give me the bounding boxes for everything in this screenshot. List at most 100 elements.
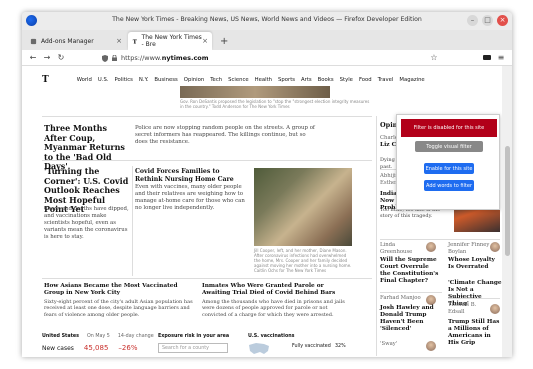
author-avatar [490,304,500,314]
tab-bar: Add-ons Manager × T The New York Times -… [22,30,512,50]
nav-item-world[interactable]: World [77,77,92,83]
minimize-button[interactable]: – [467,15,478,26]
page-content: T World U.S. Politics N.Y. Business Opin… [22,66,502,357]
tracker-change: –26% [118,344,138,352]
us-map-icon [249,343,269,354]
divider [42,116,372,117]
tracker-metric: New cases [42,345,74,352]
nav-item-style[interactable]: Style [340,77,353,83]
vax-label: U.S. vaccinations [248,334,295,339]
nav-item-ny[interactable]: N.Y. [139,77,149,83]
author-avatar [490,242,500,252]
scrollbar-thumb[interactable] [505,146,510,256]
author-avatar [426,341,436,351]
top-story-photo[interactable] [180,86,330,98]
tab-close-icon[interactable]: × [116,37,122,45]
nav-item-books[interactable]: Books [318,77,334,83]
lock-icon[interactable] [112,55,117,61]
column-divider [132,166,133,276]
top-photo-caption: Gov. Ron DeSantis proposed the legislati… [180,99,370,109]
opinion-author[interactable]: 'Sway' [380,341,397,348]
titlebar: The New York Times - Breaking News, US N… [22,12,512,30]
add-words-button[interactable]: Add words to filter [424,180,474,191]
tracker-value: 45,085 [83,344,109,352]
browser-window: The New York Times - Breaking News, US N… [22,12,512,357]
nav-item-health[interactable]: Health [255,77,272,83]
exposure-label: Exposure risk in your area [158,334,230,339]
story-summary-us-outlook: Cases and deaths have dipped, and vaccin… [44,206,129,240]
opinion-author[interactable]: Linda Greenhouse [380,242,424,255]
story-summary-asians: Sixty-eight percent of the city's adult … [44,299,193,318]
nav-item-magazine[interactable]: Magazine [399,77,424,83]
nav-item-arts[interactable]: Arts [301,77,312,83]
back-button[interactable]: ← [28,53,38,62]
opinion-headline[interactable]: Josh Hawley and Donald Trump Haven't Bee… [380,305,440,333]
opinion-headline[interactable]: Will the Supreme Court Overrule the Cons… [380,257,440,285]
story-headline-inmates[interactable]: Inmates Who Were Granted Parole or Await… [202,283,352,297]
url-host: nytimes.com [161,54,209,62]
close-button[interactable]: × [497,15,508,26]
divider [42,278,372,279]
puzzle-icon [30,38,37,44]
enable-for-site-button[interactable]: Enable for this site [424,163,474,174]
story-headline-asians[interactable]: How Asians Became the Most Vaccinated Gr… [44,283,179,297]
forward-button[interactable]: → [42,53,52,62]
nav-item-opinion[interactable]: Opinion [184,77,204,83]
column-divider [376,116,377,356]
divider [42,160,372,161]
divider [448,298,500,299]
nav-item-business[interactable]: Business [154,77,177,83]
nav-item-sports[interactable]: Sports [278,77,295,83]
reload-button[interactable]: ↻ [56,53,66,62]
divider [380,239,500,240]
opinion-author[interactable]: Farhad Manjoo [380,295,421,302]
nav-item-tech[interactable]: Tech [210,77,222,83]
filter-status-banner: Filter is disabled for this site [401,119,497,137]
nyt-favicon-icon: T [133,39,138,44]
tab-label: The New York Times - Bre [141,34,202,48]
tab-nytimes[interactable]: T The New York Times - Bre × [128,32,212,50]
opinion-headline[interactable]: Trump Still Has a Millions of Americans … [448,319,502,347]
vax-metric: Fully vaccinated [292,344,331,349]
page-scrollbar[interactable] [502,66,512,357]
svg-text:T: T [133,39,138,44]
nav-item-food[interactable]: Food [359,77,372,83]
shield-icon[interactable] [102,54,108,62]
nav-bar: ← → ↻ https://www. nytimes.com ☆ ≡ [22,50,512,66]
covid-tracker: United States On May 5 14-day change New… [42,334,372,357]
story-headline-covid-families[interactable]: Covid Forces Families to Rethink Nursing… [135,168,245,183]
county-search-input[interactable]: Search for a county [158,343,228,353]
app-menu-button[interactable]: ≡ [496,53,506,62]
family-photo[interactable] [254,168,352,246]
divider [380,292,442,293]
url-bar[interactable]: https://www. nytimes.com [102,52,442,64]
nyt-logo[interactable]: T [42,75,49,85]
bookmark-star-icon[interactable]: ☆ [429,53,439,62]
nav-item-travel[interactable]: Travel [378,77,394,83]
tab-label: Add-ons Manager [41,37,94,45]
tracker-date: On May 5 [87,334,110,339]
author-avatar [426,242,436,252]
story-headline-myanmar[interactable]: Three Months After Coup, Myanmar Returns… [44,123,132,172]
tab-close-icon[interactable]: × [202,37,208,45]
maximize-button[interactable]: □ [482,15,493,26]
story-summary-covid-families: Even with vaccines, many older people an… [135,184,245,211]
tracker-change-label: 14-day change [117,334,154,339]
nav-item-politics[interactable]: Politics [115,77,133,83]
filter-extension-popup: Filter is disabled for this site Toggle … [396,114,500,210]
new-tab-button[interactable]: + [216,32,230,50]
toggle-visual-filter-button[interactable]: Toggle visual filter [415,141,483,152]
opinion-author[interactable]: Thomas B. Edsall [448,302,488,315]
story-summary-inmates: Among the thousands who have died in pri… [202,299,345,318]
tracker-location[interactable]: United States [42,334,79,339]
nav-item-us[interactable]: U.S. [98,77,109,83]
family-photo-caption: Jill Cooper, left, and her mother, Diane… [254,248,352,273]
opinion-headline[interactable]: Whose Loyalty Is Overrated [448,257,500,271]
extension-icon[interactable] [483,54,491,61]
window-title: The New York Times - Breaking News, US N… [112,16,422,23]
opinion-author[interactable]: Jennifer Finney Boylan [448,242,490,255]
vax-pct: 32% [335,344,346,349]
author-avatar [426,295,436,305]
nav-item-science[interactable]: Science [228,77,249,83]
tab-addons-manager[interactable]: Add-ons Manager × [26,32,126,50]
